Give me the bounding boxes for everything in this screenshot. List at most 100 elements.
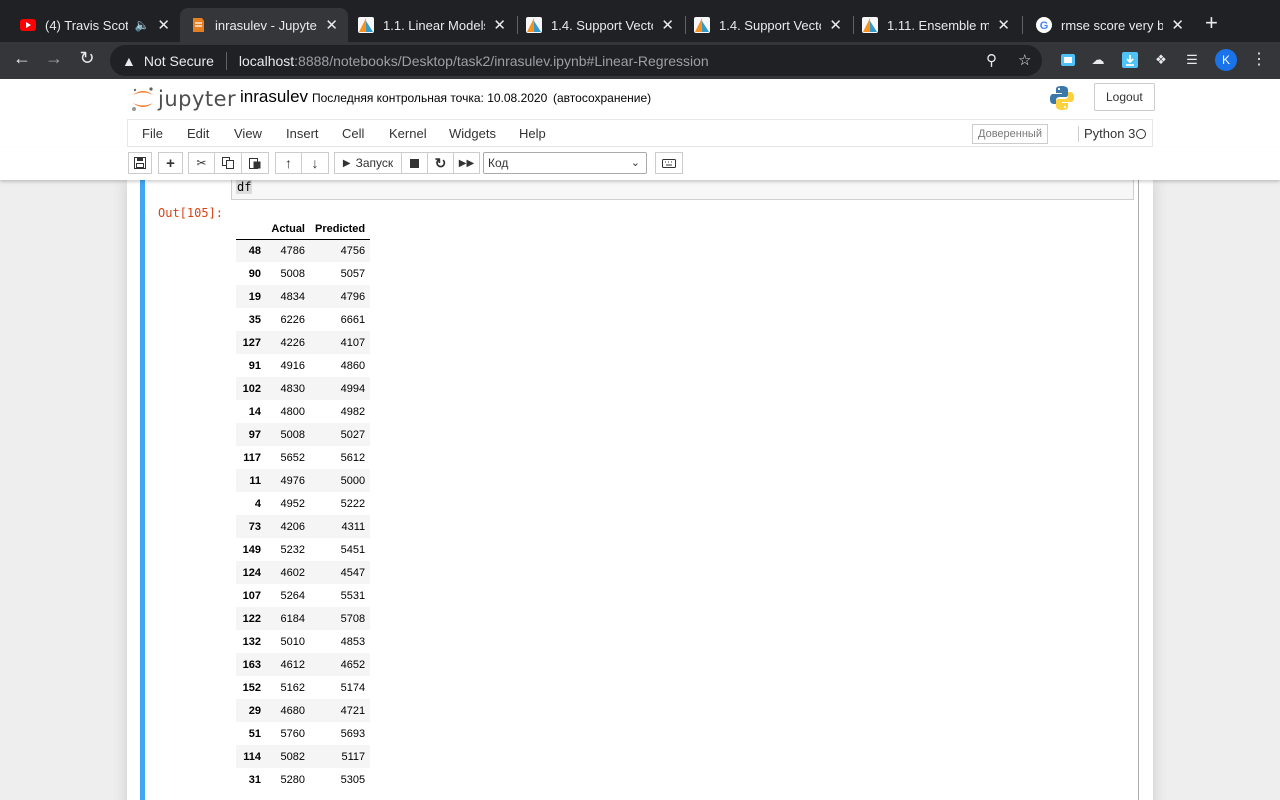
table-row: 14 4800 4982: [236, 400, 370, 423]
download-icon[interactable]: [1121, 51, 1139, 69]
row-index: 122: [242, 612, 261, 625]
tab-separator: [685, 16, 686, 34]
predicted-cell: 5000: [340, 474, 366, 487]
restart-run-all-button[interactable]: ▶▶: [454, 152, 480, 174]
browser-tab-youtube[interactable]: (4) Travis Scott 🔈 ✕: [10, 8, 180, 42]
menu-insert[interactable]: Insert: [286, 126, 319, 141]
predicted-cell: 5117: [341, 750, 366, 763]
new-tab-button[interactable]: +: [1205, 10, 1218, 36]
extension-cloud-icon[interactable]: ☁: [1089, 51, 1107, 69]
cell-selection-bar: [140, 180, 145, 800]
predicted-cell: 5222: [340, 497, 366, 510]
move-down-button[interactable]: ↓: [302, 152, 329, 174]
table-row: 117 5652 5612: [236, 446, 370, 469]
menu-widgets[interactable]: Widgets: [449, 126, 496, 141]
predicted-cell: 4756: [340, 244, 366, 257]
menu-cell[interactable]: Cell: [342, 126, 364, 141]
predicted-cell: 4853: [340, 635, 366, 648]
save-button[interactable]: [128, 152, 152, 174]
close-tab-icon[interactable]: ✕: [157, 16, 170, 34]
row-index: 97: [248, 428, 261, 441]
close-tab-icon[interactable]: ✕: [325, 16, 338, 34]
row-index: 149: [242, 543, 261, 556]
close-tab-icon[interactable]: ✕: [493, 16, 506, 34]
menu-view[interactable]: View: [234, 126, 262, 141]
cut-button[interactable]: ✂: [188, 152, 215, 174]
reload-icon[interactable]: ↻: [74, 48, 100, 69]
close-tab-icon[interactable]: ✕: [829, 16, 842, 34]
cell-input-area[interactable]: df: [231, 180, 1134, 200]
notebook-name[interactable]: inrasulev: [240, 87, 308, 107]
actual-cell: 4952: [280, 497, 305, 510]
more-menu-icon[interactable]: ⋮: [1251, 49, 1267, 69]
extensions-puzzle-icon[interactable]: ❖: [1152, 51, 1170, 69]
run-button[interactable]: ▶ Запуск: [334, 152, 402, 174]
table-row: 102 4830 4994: [236, 377, 371, 400]
paste-button[interactable]: [242, 152, 269, 174]
media-queue-icon[interactable]: ☰: [1183, 51, 1201, 69]
url-host: localhost: [238, 52, 295, 69]
close-tab-icon[interactable]: ✕: [1171, 16, 1184, 34]
trusted-indicator[interactable]: Доверенный: [972, 124, 1048, 144]
predicted-cell: 4796: [340, 290, 366, 303]
row-index: 124: [242, 566, 261, 579]
interrupt-kernel-button[interactable]: [402, 152, 428, 174]
index-header: [236, 219, 266, 240]
kernel-idle-indicator-icon: [1136, 129, 1146, 139]
browser-tab-svm-2[interactable]: 1.4. Support Vector ✕: [684, 8, 852, 42]
predicted-cell: 5612: [340, 451, 366, 464]
predicted-cell: 5174: [340, 681, 366, 694]
speaker-icon[interactable]: 🔈: [134, 18, 149, 32]
row-index: 163: [242, 658, 261, 671]
copy-icon: [222, 157, 234, 169]
table-row: 122 6184 5708: [236, 607, 371, 630]
play-icon: ▶: [342, 157, 351, 169]
browser-tab-linear-models[interactable]: 1.1. Linear Models ✕: [348, 8, 516, 42]
actual-cell: 4680: [280, 704, 305, 717]
keyboard-icon: [662, 158, 676, 168]
browser-tab-ensemble[interactable]: 1.11. Ensemble me ✕: [852, 8, 1020, 42]
address-bar[interactable]: ▲ Not Secure localhost :8888/notebooks/D…: [110, 45, 1042, 76]
jupyter-logo[interactable]: jupyter: [130, 84, 236, 114]
profile-avatar[interactable]: K: [1215, 49, 1237, 71]
cell-type-select[interactable]: Код ⌄: [483, 152, 647, 174]
close-tab-icon[interactable]: ✕: [661, 16, 674, 34]
zoom-search-icon[interactable]: ⚲: [986, 51, 997, 69]
security-label[interactable]: Not Secure: [144, 53, 214, 69]
copy-button[interactable]: [215, 152, 242, 174]
bookmark-star-icon[interactable]: ☆: [1018, 51, 1031, 69]
row-index: 73: [248, 520, 261, 533]
predicted-cell: 5027: [340, 428, 366, 441]
command-palette-button[interactable]: [655, 152, 683, 174]
actual-cell: 4830: [280, 382, 305, 395]
browser-tab-jupyter[interactable]: inrasulev - Jupyter ✕: [180, 8, 348, 42]
menu-help[interactable]: Help: [519, 126, 546, 141]
cell-code[interactable]: df: [236, 180, 253, 194]
kernel-separator: [1078, 126, 1079, 142]
insert-cell-button[interactable]: +: [158, 152, 183, 174]
url-path: :8888/notebooks/Desktop/task2/inrasulev.…: [294, 52, 709, 69]
browser-tab-svm-1[interactable]: 1.4. Support Vector ✕: [516, 8, 684, 42]
actual-cell: 4602: [280, 566, 305, 579]
menu-edit[interactable]: Edit: [187, 126, 209, 141]
row-index: 19: [248, 290, 261, 303]
menu-file[interactable]: File: [142, 126, 163, 141]
restart-kernel-button[interactable]: ↻: [428, 152, 454, 174]
forward-arrow-icon[interactable]: →: [41, 48, 67, 69]
menu-kernel[interactable]: Kernel: [389, 126, 427, 141]
predicted-cell: 5451: [340, 543, 366, 556]
column-header-predicted: Predicted: [310, 219, 371, 240]
warning-icon[interactable]: ▲: [122, 53, 136, 69]
extension-translate-icon[interactable]: [1059, 51, 1077, 69]
jupyter-icon: [190, 17, 206, 33]
close-tab-icon[interactable]: ✕: [997, 16, 1010, 34]
move-up-button[interactable]: ↑: [275, 152, 302, 174]
autosave-status: (автосохранение): [553, 91, 652, 105]
table-row: 91 4916 4860: [236, 354, 370, 377]
logout-button[interactable]: Logout: [1094, 83, 1155, 111]
row-index: 29: [248, 704, 261, 717]
browser-tab-google[interactable]: G rmse score very bi ✕: [1026, 8, 1194, 42]
back-arrow-icon[interactable]: ←: [9, 48, 35, 69]
tab-separator: [517, 16, 518, 34]
row-index: 11: [249, 474, 261, 487]
